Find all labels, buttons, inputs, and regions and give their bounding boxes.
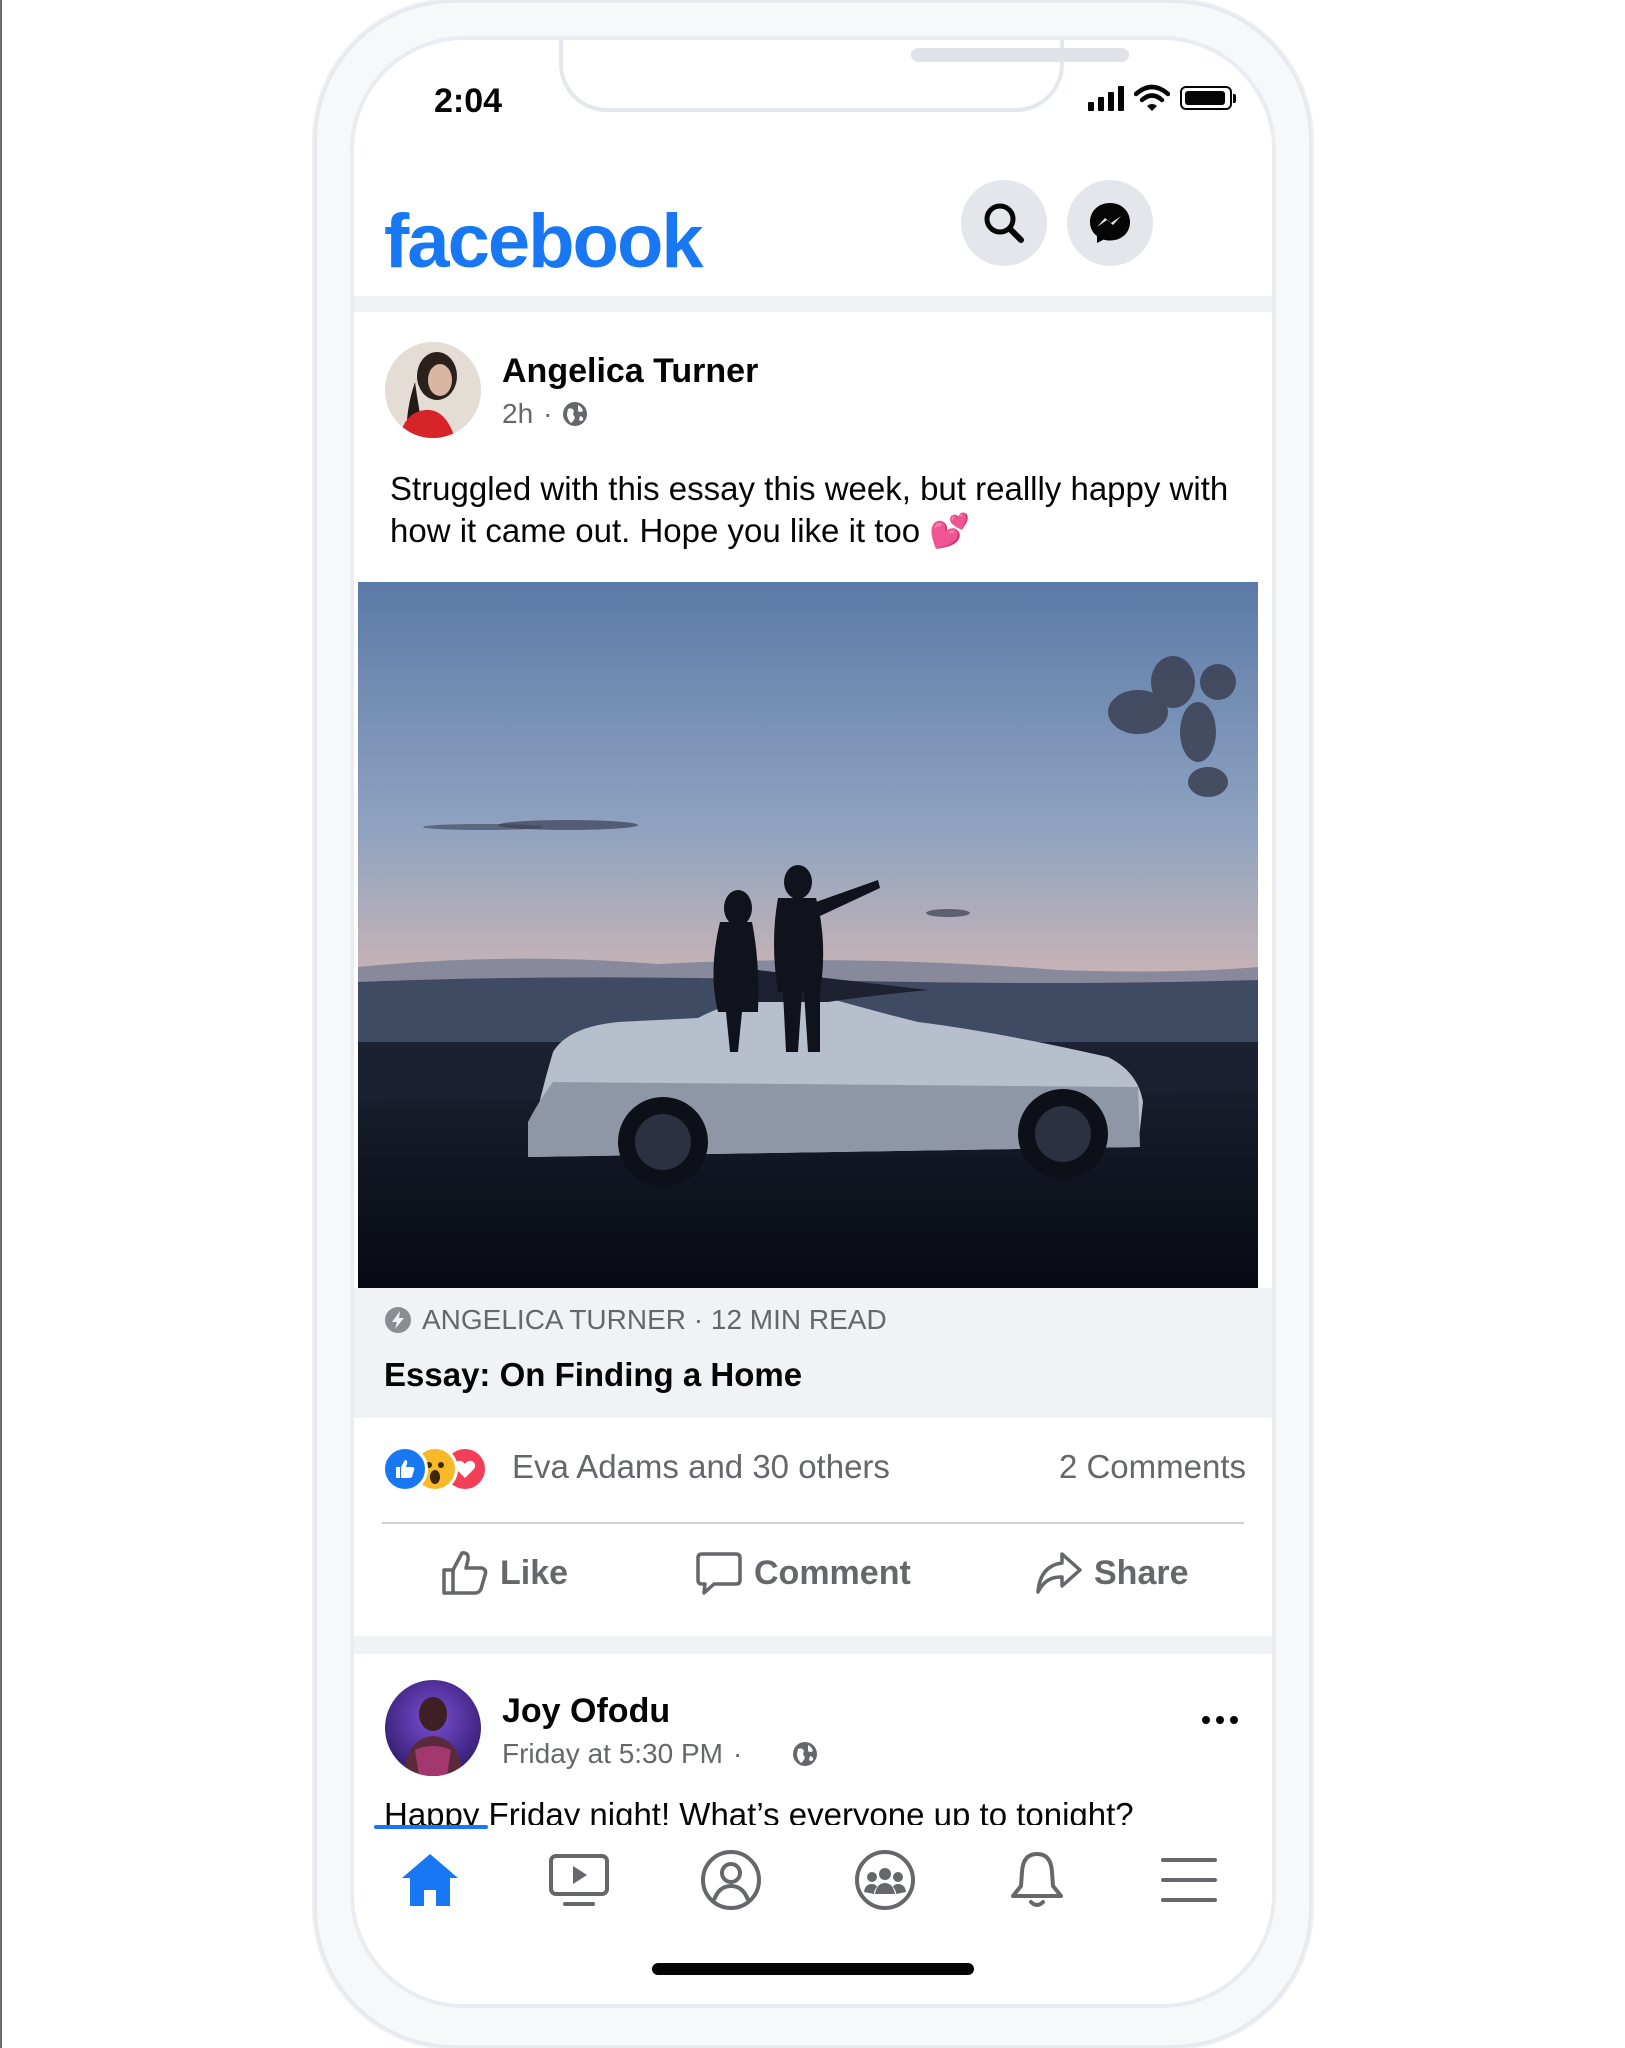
watch-icon bbox=[549, 1854, 609, 1906]
phone-screen: 2:04 facebook Angelica Turner 2h · Strug… bbox=[354, 40, 1272, 2004]
link-title[interactable]: Essay: On Finding a Home bbox=[384, 1356, 802, 1394]
post-photo[interactable] bbox=[358, 582, 1258, 1288]
notifications-icon bbox=[1011, 1852, 1063, 1907]
post-time-2[interactable]: Friday at 5:30 PM bbox=[502, 1738, 723, 1770]
wifi-icon bbox=[1134, 84, 1170, 111]
meta-separator: · bbox=[543, 398, 553, 429]
globe-icon bbox=[793, 1742, 818, 1766]
comment-label: Comment bbox=[754, 1553, 911, 1592]
reactions-row: Eva Adams and 30 others 2 Comments bbox=[354, 1418, 1272, 1518]
tab-menu[interactable] bbox=[1134, 1825, 1244, 1935]
author-avatar[interactable] bbox=[385, 342, 481, 438]
profile-icon bbox=[701, 1850, 761, 1910]
post-meta-2: Friday at 5:30 PM · bbox=[502, 1738, 818, 1770]
tab-profile[interactable] bbox=[676, 1825, 786, 1935]
battery-icon bbox=[1180, 86, 1236, 110]
like-label: Like bbox=[500, 1553, 569, 1592]
feed-divider-2 bbox=[354, 1636, 1272, 1654]
like-reaction-icon bbox=[382, 1446, 428, 1492]
comment-button[interactable]: Comment bbox=[694, 1548, 911, 1598]
comments-count[interactable]: 2 Comments bbox=[1059, 1448, 1246, 1486]
feed-divider bbox=[354, 296, 1272, 312]
left-edge-line bbox=[0, 0, 2, 2048]
home-icon bbox=[402, 1854, 458, 1906]
phone-notch bbox=[559, 40, 1129, 112]
link-source: ANGELICA TURNER · 12 MIN READ bbox=[422, 1304, 887, 1335]
comment-icon bbox=[696, 1552, 742, 1595]
like-button[interactable]: Like bbox=[440, 1548, 568, 1598]
post-actions: Like Comment Share bbox=[354, 1526, 1272, 1626]
share-button[interactable]: Share bbox=[1034, 1548, 1189, 1598]
share-label: Share bbox=[1094, 1553, 1189, 1592]
globe-icon bbox=[563, 402, 588, 426]
share-icon bbox=[1036, 1552, 1082, 1594]
search-icon bbox=[984, 203, 1024, 243]
messenger-button[interactable] bbox=[1067, 180, 1153, 266]
reaction-summary[interactable]: Eva Adams and 30 others bbox=[512, 1448, 890, 1486]
facebook-logo[interactable]: facebook bbox=[384, 198, 704, 285]
search-button[interactable] bbox=[961, 180, 1047, 266]
status-time: 2:04 bbox=[434, 82, 503, 120]
instant-article-icon bbox=[385, 1307, 411, 1333]
link-preview[interactable]: ANGELICA TURNER · 12 MIN READ Essay: On … bbox=[354, 1288, 1272, 1418]
home-indicator[interactable] bbox=[652, 1963, 974, 1975]
menu-icon bbox=[1161, 1858, 1217, 1902]
post-meta: 2h · bbox=[502, 398, 588, 430]
thumbs-up-icon bbox=[442, 1551, 488, 1595]
post-author-name[interactable]: Angelica Turner bbox=[502, 352, 758, 391]
tab-bar bbox=[354, 1825, 1272, 1935]
post-text: Struggled with this essay this week, but… bbox=[390, 470, 1229, 549]
speaker-grille bbox=[911, 48, 1129, 62]
tab-home[interactable] bbox=[375, 1825, 485, 1935]
cellular-signal-icon bbox=[1088, 85, 1124, 111]
groups-icon bbox=[855, 1850, 915, 1910]
status-icons bbox=[1088, 84, 1236, 112]
more-options-button[interactable] bbox=[1202, 1716, 1238, 1724]
post-author-name-2[interactable]: Joy Ofodu bbox=[502, 1692, 670, 1731]
meta-separator-2: · bbox=[732, 1738, 743, 1769]
tab-notifications[interactable] bbox=[982, 1825, 1092, 1935]
tab-groups[interactable] bbox=[830, 1825, 940, 1935]
actions-divider bbox=[382, 1522, 1244, 1524]
reaction-icons[interactable] bbox=[382, 1446, 502, 1492]
link-source-row: ANGELICA TURNER · 12 MIN READ bbox=[384, 1304, 887, 1336]
post-time[interactable]: 2h bbox=[502, 398, 533, 430]
tab-watch[interactable] bbox=[524, 1825, 634, 1935]
messenger-icon bbox=[1090, 203, 1130, 243]
author-avatar-2[interactable] bbox=[385, 1680, 481, 1776]
